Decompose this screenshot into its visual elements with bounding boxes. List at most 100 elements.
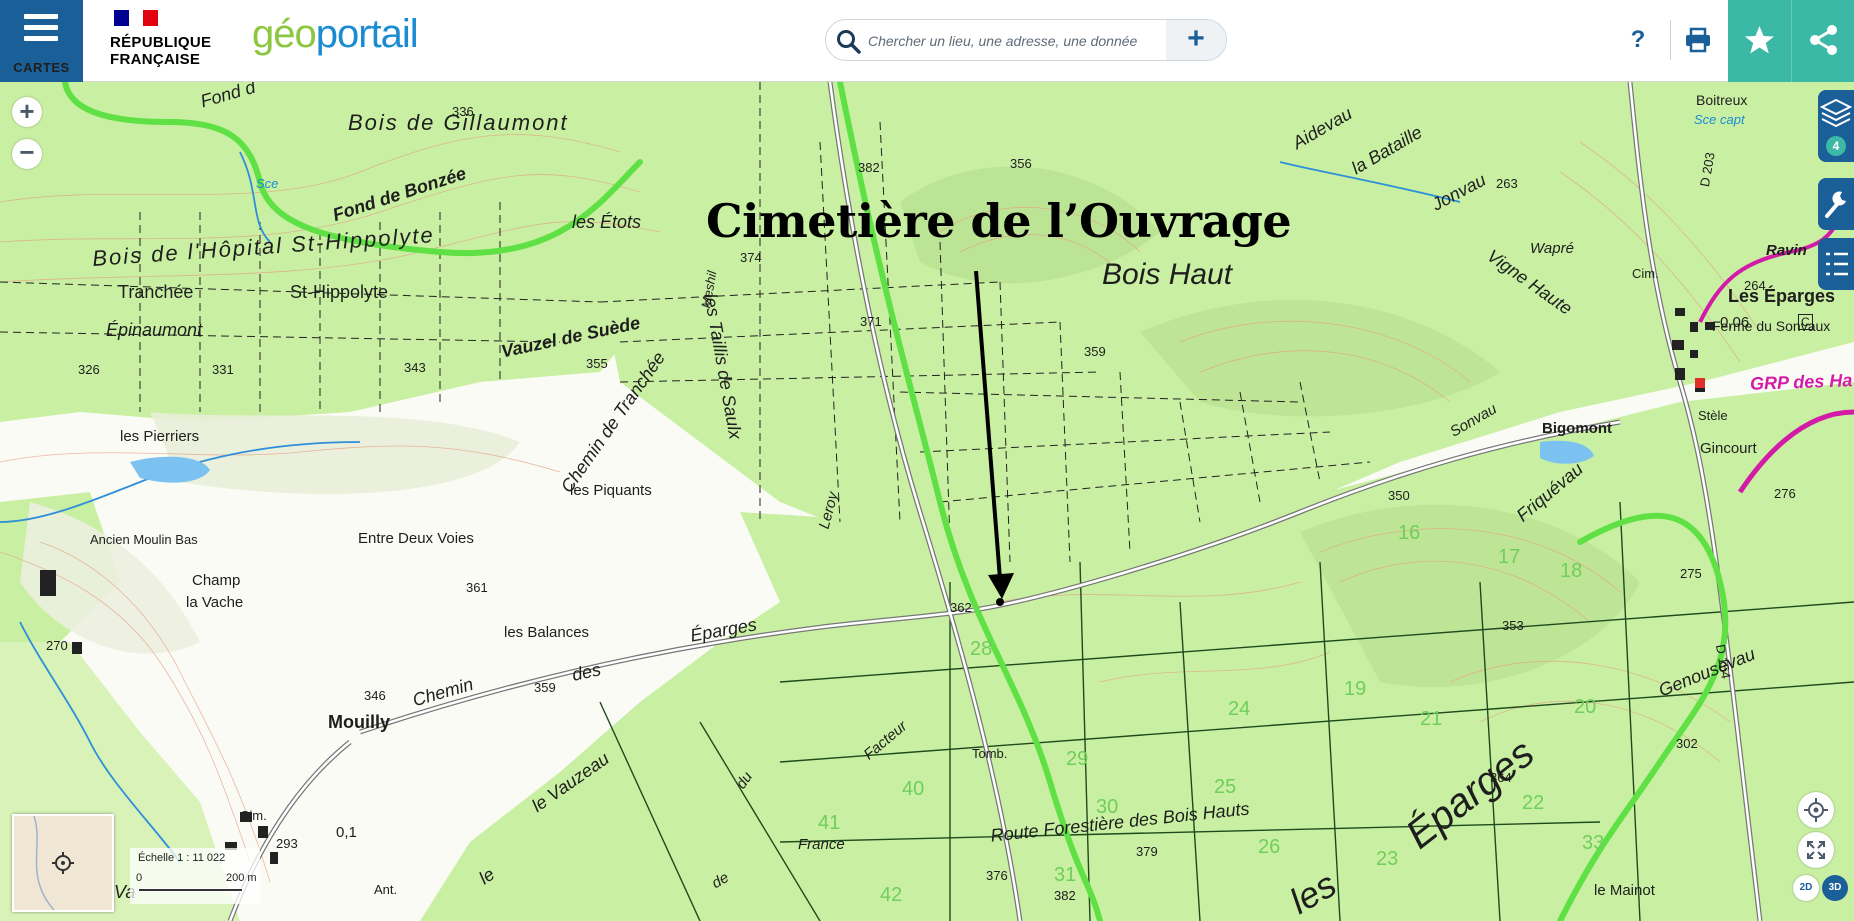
label-les-etots: les Étots <box>572 212 642 232</box>
scale-bar: Échelle 1 : 11 022 0 200 m <box>130 848 260 904</box>
parcel-18: 18 <box>1560 560 1583 582</box>
elev-376: 376 <box>986 868 1008 883</box>
elev-364: 364 <box>1490 770 1512 785</box>
label-mouilly: Mouilly <box>328 712 390 732</box>
search-icon <box>837 30 861 54</box>
wrench-icon <box>1825 191 1846 218</box>
search-box[interactable]: Chercher un lieu, une adresse, une donné… <box>825 19 1227 61</box>
zoom-in-button[interactable]: + <box>12 97 42 127</box>
label-st-hippolyte: St-Hippolyte <box>290 282 389 302</box>
label-ancien-moulin-bas: Ancien Moulin Bas <box>90 532 198 547</box>
label-cim: Cim. <box>1632 266 1659 281</box>
topographic-map[interactable]: Fond d Bois de Gillaumont Fond de Bonzée… <box>0 82 1854 921</box>
label-ravin: Ravin <box>1766 242 1807 259</box>
tools-button[interactable] <box>1818 178 1854 230</box>
elev-336: 336 <box>452 104 474 119</box>
crosshair-icon <box>1804 798 1828 822</box>
legend-button[interactable] <box>1818 238 1854 290</box>
elev-275: 275 <box>1680 566 1702 581</box>
search-input[interactable]: Chercher un lieu, une adresse, une donné… <box>868 33 1137 49</box>
elev-374: 374 <box>740 250 762 265</box>
label-sce: Sce <box>256 176 279 191</box>
republique-francaise-logo[interactable]: RÉPUBLIQUE FRANÇAISE <box>110 10 240 72</box>
parcel-31: 31 <box>1054 864 1077 886</box>
print-icon <box>1686 27 1710 53</box>
geoportail-app: CARTES RÉPUBLIQUE FRANÇAISE géoportail Ch… <box>0 0 1854 921</box>
parcel-17: 17 <box>1498 546 1521 568</box>
scale-line <box>138 888 243 892</box>
parcel-21: 21 <box>1420 708 1443 730</box>
elev-371: 371 <box>860 314 882 329</box>
geoportail-logo[interactable]: géoportail <box>252 12 419 57</box>
label-value-0-06: 0,06 <box>1720 314 1750 331</box>
elev-264: 264 <box>1744 278 1766 293</box>
list-icon <box>1826 252 1848 276</box>
mode-3d-button[interactable]: 3D <box>1822 875 1848 901</box>
label-boitreux: Boitreux <box>1696 92 1748 108</box>
mode-2d-button[interactable]: 2D <box>1793 875 1819 901</box>
parcel-19: 19 <box>1344 678 1367 700</box>
elev-359a: 359 <box>1084 344 1106 359</box>
elev-326: 326 <box>78 362 100 377</box>
elev-331: 331 <box>212 362 234 377</box>
parcel-40: 40 <box>902 778 925 800</box>
fullscreen-button[interactable] <box>1798 832 1834 868</box>
elev-379: 379 <box>1136 844 1158 859</box>
scale-text: Échelle 1 : 11 022 <box>138 852 226 864</box>
parcel-22: 22 <box>1522 792 1545 814</box>
share-icon <box>1810 25 1837 55</box>
elev-276: 276 <box>1774 486 1796 501</box>
zoom-out-button[interactable]: − <box>12 139 42 169</box>
layers-button[interactable]: 4 <box>1818 90 1854 162</box>
print-button[interactable] <box>1680 22 1716 58</box>
parcel-20: 20 <box>1574 696 1597 718</box>
label-bois-haut: Bois Haut <box>1102 258 1233 291</box>
label-champ: Champ <box>192 572 241 589</box>
elev-353: 353 <box>1502 618 1524 633</box>
elev-356: 356 <box>1010 156 1032 171</box>
annotation-title: Cimetière de l’Ouvrage <box>706 194 1292 248</box>
favorites-button[interactable] <box>1728 0 1791 82</box>
elev-359b: 359 <box>534 680 556 695</box>
label-cim-2: Cim. <box>240 808 267 823</box>
geolocate-button[interactable] <box>1798 792 1834 828</box>
parcel-24: 24 <box>1228 698 1251 720</box>
scale-end: 200 m <box>226 872 257 884</box>
elev-382b: 382 <box>1054 888 1076 903</box>
parcel-23: 23 <box>1376 848 1399 870</box>
parcel-29: 29 <box>1066 748 1089 770</box>
label-les-pierriers: les Pierriers <box>120 428 200 445</box>
elev-302: 302 <box>1676 736 1698 751</box>
parcel-26: 26 <box>1258 836 1281 858</box>
republique-line1: RÉPUBLIQUE <box>110 34 212 51</box>
label-ant: Ant. <box>374 882 398 897</box>
parcel-28: 28 <box>970 638 993 660</box>
cartes-menu-button[interactable]: CARTES <box>0 0 83 82</box>
minimap-locate-icon <box>33 816 74 910</box>
elev-350: 350 <box>1388 488 1410 503</box>
label-sce-capt: Sce capt <box>1694 112 1745 127</box>
label-tomb: Tomb. <box>972 746 1008 761</box>
label-france: France <box>798 836 845 853</box>
help-button[interactable]: ? <box>1620 22 1656 58</box>
elev-361: 361 <box>466 580 488 595</box>
parcel-42: 42 <box>880 884 903 906</box>
share-button[interactable] <box>1791 0 1854 82</box>
parcel-16: 16 <box>1398 522 1421 544</box>
label-c-mark: C <box>1798 314 1813 330</box>
parcel-33: 33 <box>1582 832 1605 854</box>
advanced-search-button[interactable]: + <box>1166 20 1226 60</box>
parcel-30: 30 <box>1096 796 1119 818</box>
layer-count-badge: 4 <box>1826 136 1846 156</box>
elev-355: 355 <box>586 356 608 371</box>
overview-minimap[interactable] <box>12 814 114 912</box>
elev-270: 270 <box>46 638 68 653</box>
layers-icon <box>1819 98 1853 128</box>
label-tranchee: Tranchée <box>118 282 194 302</box>
label-le-mainot: le Mainot <box>1594 882 1655 899</box>
elev-382: 382 <box>858 160 880 175</box>
label-value-0-1: 0,1 <box>336 824 357 841</box>
elev-346: 346 <box>364 688 386 703</box>
logo-geo-text: géo <box>252 12 317 56</box>
expand-icon <box>1807 841 1825 859</box>
